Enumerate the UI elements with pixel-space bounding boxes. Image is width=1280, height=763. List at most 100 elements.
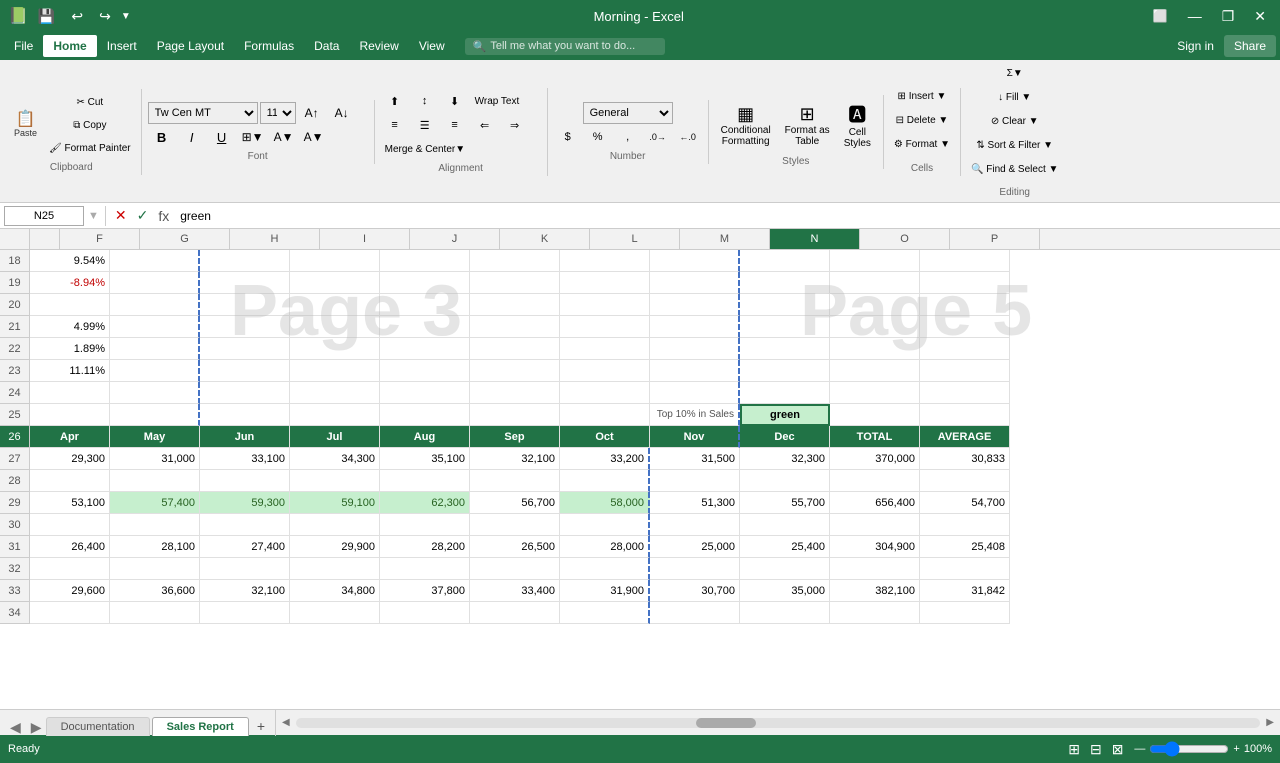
cell-M25-top10[interactable]: Top 10% in Sales (650, 404, 740, 426)
cell-F27[interactable]: 29,300 (30, 448, 110, 470)
signin-button[interactable]: Sign in (1167, 35, 1224, 57)
cell-M33[interactable]: 30,700 (650, 580, 740, 602)
ribbon-display-button[interactable]: ⬜ (1147, 7, 1174, 25)
tab-sales-report[interactable]: Sales Report (152, 717, 249, 736)
paste-button[interactable]: 📋 Paste (8, 98, 43, 152)
cell-P30[interactable] (920, 514, 1010, 536)
col-header-G[interactable]: G (140, 229, 230, 249)
cell-O20[interactable] (830, 294, 920, 316)
restore-button[interactable]: ❐ (1216, 6, 1241, 27)
cell-H19[interactable] (200, 272, 290, 294)
col-header-O[interactable]: O (860, 229, 950, 249)
cell-O28[interactable] (830, 470, 920, 492)
cell-F25[interactable] (30, 404, 110, 426)
cell-N21[interactable] (740, 316, 830, 338)
cell-N24[interactable] (740, 382, 830, 404)
name-box[interactable] (4, 206, 84, 226)
cell-N32[interactable] (740, 558, 830, 580)
cell-G28[interactable] (110, 470, 200, 492)
cell-F24[interactable] (30, 382, 110, 404)
cell-M20[interactable] (650, 294, 740, 316)
cell-F32[interactable] (30, 558, 110, 580)
cell-K28[interactable] (470, 470, 560, 492)
cell-P23[interactable] (920, 360, 1010, 382)
cell-I24[interactable] (290, 382, 380, 404)
cell-H27[interactable]: 33,100 (200, 448, 290, 470)
namebox-dropdown[interactable]: ▼ (88, 210, 99, 222)
cell-L18[interactable] (560, 250, 650, 272)
cell-G27[interactable]: 31,000 (110, 448, 200, 470)
normal-view-icon[interactable]: ⊞ (1065, 739, 1083, 760)
cell-I30[interactable] (290, 514, 380, 536)
cell-O30[interactable] (830, 514, 920, 536)
cell-F23[interactable]: 11.11% (30, 360, 110, 382)
cell-O32[interactable] (830, 558, 920, 580)
cell-H30[interactable] (200, 514, 290, 536)
cell-L21[interactable] (560, 316, 650, 338)
cell-K33[interactable]: 33,400 (470, 580, 560, 602)
cell-G31[interactable]: 28,100 (110, 536, 200, 558)
cell-F34[interactable] (30, 602, 110, 624)
cell-M22[interactable] (650, 338, 740, 360)
menu-file[interactable]: File (4, 35, 43, 57)
scrollbar-thumb[interactable] (696, 718, 756, 728)
cell-F21[interactable]: 4.99% (30, 316, 110, 338)
scroll-sheets-right[interactable]: ▶ (27, 719, 46, 736)
delete-button[interactable]: ⊟ Delete ▼ (892, 114, 953, 136)
tab-documentation[interactable]: Documentation (46, 717, 150, 736)
cell-P28[interactable] (920, 470, 1010, 492)
cell-F22[interactable]: 1.89% (30, 338, 110, 360)
redo-button[interactable]: ↪ (93, 6, 117, 27)
cell-J25[interactable] (380, 404, 470, 426)
cell-H28[interactable] (200, 470, 290, 492)
scroll-left-arrow[interactable]: ◀ (280, 717, 292, 728)
cell-L33[interactable]: 31,900 (560, 580, 650, 602)
conditional-formatting-button[interactable]: ▦ Conditional Formatting (715, 98, 777, 152)
cell-J33[interactable]: 37,800 (380, 580, 470, 602)
cell-P20[interactable] (920, 294, 1010, 316)
font-size-select[interactable]: 11 (260, 102, 296, 124)
cell-I19[interactable] (290, 272, 380, 294)
cell-M18[interactable] (650, 250, 740, 272)
format-as-table-button[interactable]: ⊞ Format as Table (779, 98, 836, 152)
italic-button[interactable]: I (178, 126, 206, 148)
cell-J34[interactable] (380, 602, 470, 624)
cell-L34[interactable] (560, 602, 650, 624)
font-family-select[interactable]: Tw Cen MT (148, 102, 258, 124)
cell-I26-jul[interactable]: Jul (290, 426, 380, 448)
cell-F29[interactable]: 53,100 (30, 492, 110, 514)
zoom-slider[interactable] (1149, 741, 1229, 757)
indent-increase-button[interactable]: ⇒ (501, 114, 529, 136)
close-button[interactable]: ✕ (1248, 6, 1272, 27)
cell-F30[interactable] (30, 514, 110, 536)
cell-J19[interactable] (380, 272, 470, 294)
cell-K20[interactable] (470, 294, 560, 316)
cell-F28[interactable] (30, 470, 110, 492)
cell-P27[interactable]: 30,833 (920, 448, 1010, 470)
cell-J27[interactable]: 35,100 (380, 448, 470, 470)
col-header-P[interactable]: P (950, 229, 1040, 249)
cell-M30[interactable] (650, 514, 740, 536)
cell-styles-button[interactable]: 🅰 Cell Styles (838, 97, 877, 153)
cell-L20[interactable] (560, 294, 650, 316)
cell-M23[interactable] (650, 360, 740, 382)
cell-P32[interactable] (920, 558, 1010, 580)
cell-H26-jun[interactable]: Jun (200, 426, 290, 448)
menu-formulas[interactable]: Formulas (234, 35, 304, 57)
cell-H23[interactable] (200, 360, 290, 382)
fill-color-button[interactable]: A▼ (270, 126, 298, 148)
menu-review[interactable]: Review (349, 35, 408, 57)
sort-filter-button[interactable]: ⇅ Sort & Filter ▼ (972, 138, 1057, 160)
cell-J32[interactable] (380, 558, 470, 580)
cell-G29[interactable]: 57,400 (110, 492, 200, 514)
cell-F19[interactable]: -8.94% (30, 272, 110, 294)
autosum-button[interactable]: Σ▼ (1001, 66, 1029, 88)
formula-input[interactable] (176, 206, 1276, 226)
confirm-formula-button[interactable]: ✓ (134, 207, 152, 224)
cell-K19[interactable] (470, 272, 560, 294)
quick-access-more[interactable]: ▼ (121, 11, 131, 22)
cell-L29[interactable]: 58,000 (560, 492, 650, 514)
cell-L28[interactable] (560, 470, 650, 492)
cell-I32[interactable] (290, 558, 380, 580)
cell-K27[interactable]: 32,100 (470, 448, 560, 470)
